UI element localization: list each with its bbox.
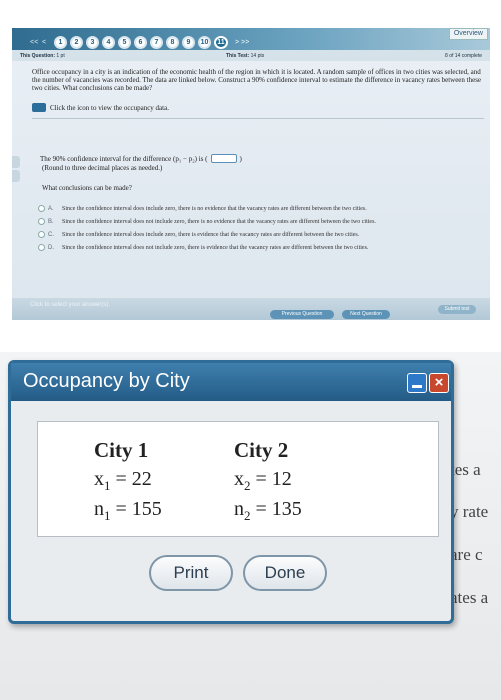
minimize-icon[interactable] [407,373,427,393]
this-test-points: 14 pts [250,53,265,59]
answer-option-a[interactable]: A. Since the confidence interval does inc… [38,202,376,215]
divider [32,118,484,119]
question-info-row: This Question: 1 pt This Test: 14 pts 8 … [12,50,490,61]
question-dot-5[interactable]: 5 [118,36,131,49]
data-table-icon[interactable] [32,103,46,112]
background-text-fragment: tes a [450,460,481,479]
this-question-points: 1 pt [56,53,65,59]
answer-options: A. Since the confidence interval does inc… [38,202,376,254]
first-question-icon[interactable]: << [30,39,39,46]
ci-prompt-text: The 90% confidence interval for the diff… [40,154,208,163]
ci-answer-input[interactable] [210,154,237,163]
city-2-header: City 2 [234,438,289,462]
question-dot-current[interactable]: 11 [214,36,228,49]
city-2-sample-size: n2 = 135 [234,498,302,523]
next-question-button[interactable]: Next Question [342,310,390,319]
answer-option-b[interactable]: B. Since the confidence interval does not… [38,215,376,228]
this-question-label: This Question: [20,53,55,59]
occupancy-dialog: Occupancy by City × City 1 x1 = 22 n1 = … [8,360,454,624]
rounding-note: (Round to three decimal places as needed… [42,164,163,172]
question-dot-4[interactable]: 4 [102,36,115,49]
data-link-label: Click the icon to view the occupancy dat… [50,103,169,112]
bottom-bar: Click to select your answer(s). Previous… [12,298,490,320]
overview-button[interactable]: Overview [448,28,488,40]
city-1-sample-size: n1 = 155 [94,498,162,523]
city-1-column: City 1 x1 = 22 n1 = 155 [94,438,162,528]
city-1-header: City 1 [94,438,149,462]
radio-icon[interactable] [38,244,45,251]
close-icon[interactable]: × [429,373,449,393]
answer-option-c[interactable]: C. Since the confidence interval does inc… [38,228,376,241]
select-answer-hint: Click to select your answer(s). [30,302,111,308]
print-button[interactable]: Print [149,555,233,591]
dialog-title: Occupancy by City [23,370,190,392]
radio-icon[interactable] [38,218,45,225]
question-dot-2[interactable]: 2 [70,36,83,49]
background-text-fragment: y rate [450,502,489,521]
this-test-label: This Test: [226,53,250,59]
city-2-vacancies: x2 = 12 [234,468,292,493]
question-dot-10[interactable]: 10 [198,36,211,49]
next-question-icons[interactable]: > >> [235,39,249,46]
question-dot-3[interactable]: 3 [86,36,99,49]
question-nav: << < 1 2 3 4 5 6 7 8 9 10 11 > >> [30,36,249,49]
conclusions-prompt: What conclusions can be made? [42,184,132,192]
occupancy-dialog-screen: tes a y rate are c ates a Occupancy by C… [0,352,501,700]
dialog-titlebar[interactable]: Occupancy by City × [11,363,451,401]
question-text: Office occupancy in a city is an indicat… [32,68,482,92]
previous-question-button[interactable]: Previous Question [270,310,334,319]
side-tab-icon[interactable] [12,156,20,168]
done-button[interactable]: Done [243,555,327,591]
city-1-vacancies: x1 = 22 [94,468,152,493]
occupancy-data-panel: City 1 x1 = 22 n1 = 155 City 2 x2 = 12 n… [37,421,439,537]
question-dot-1[interactable]: 1 [54,36,67,49]
side-tab-icon[interactable] [12,170,20,182]
submit-test-button[interactable]: Submit test [438,305,476,314]
quiz-screen: Overview << < 1 2 3 4 5 6 7 8 9 10 11 > … [12,28,490,320]
previous-question-icon[interactable]: < [42,39,51,46]
ci-close-paren: ) [239,154,242,163]
background-text-fragment: ates a [450,588,489,607]
background-text-fragment: are c [450,545,483,564]
question-dot-8[interactable]: 8 [166,36,179,49]
radio-icon[interactable] [38,205,45,212]
city-2-column: City 2 x2 = 12 n2 = 135 [234,438,302,528]
progress-text: 8 of 14 complete [445,53,482,59]
question-dot-7[interactable]: 7 [150,36,163,49]
answer-option-d[interactable]: D. Since the confidence interval does not… [38,241,376,254]
question-dot-9[interactable]: 9 [182,36,195,49]
top-nav-bar: Overview << < 1 2 3 4 5 6 7 8 9 10 11 > … [12,28,490,50]
confidence-interval-prompt: The 90% confidence interval for the diff… [40,154,242,163]
radio-icon[interactable] [38,231,45,238]
question-dot-6[interactable]: 6 [134,36,147,49]
occupancy-data-link[interactable]: Click the icon to view the occupancy dat… [32,103,169,112]
